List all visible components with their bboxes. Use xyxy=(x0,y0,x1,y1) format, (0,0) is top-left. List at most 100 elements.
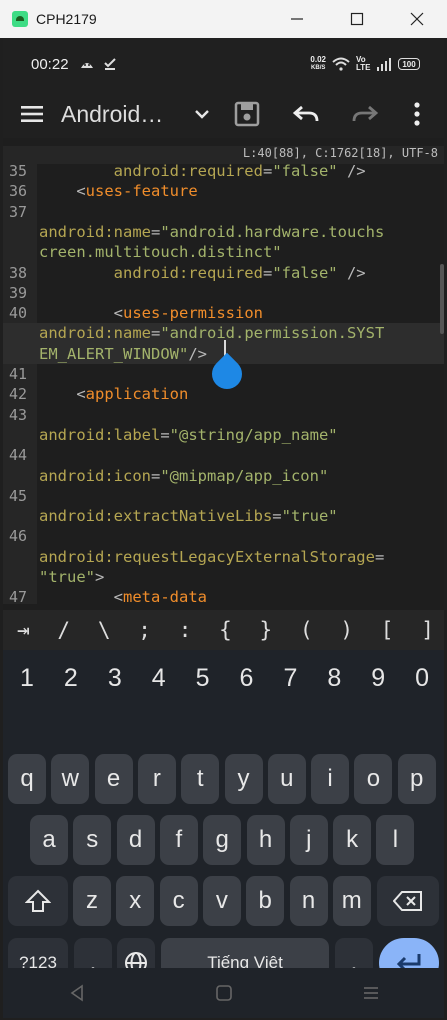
letter-key[interactable]: g xyxy=(203,815,242,865)
code-text: android:name="android.permission.SYST xyxy=(39,323,384,343)
letter-key[interactable]: j xyxy=(289,815,328,865)
number-key[interactable]: 7 xyxy=(268,664,312,704)
line-number: 42 xyxy=(9,385,28,404)
code-line: 43 xyxy=(3,405,444,425)
code-line: 46 xyxy=(3,526,444,546)
number-key[interactable]: 9 xyxy=(356,664,400,704)
symbol-key[interactable]: ] xyxy=(421,618,434,642)
symbol-key[interactable]: ; xyxy=(138,618,151,642)
home-icon[interactable] xyxy=(215,984,233,1002)
code-line: 45 xyxy=(3,486,444,506)
code-line: "true"> xyxy=(3,567,444,587)
letter-key[interactable]: b xyxy=(246,876,285,926)
file-title[interactable]: Android… xyxy=(61,101,169,128)
symbol-key[interactable]: ( xyxy=(300,618,313,642)
number-row: 1234567890 xyxy=(3,664,444,704)
code-token: = xyxy=(150,324,161,343)
number-key[interactable]: 4 xyxy=(137,664,181,704)
shift-key[interactable] xyxy=(8,876,68,926)
letter-key[interactable]: l xyxy=(376,815,415,865)
code-token: android:label xyxy=(39,425,161,444)
code-token: "true" xyxy=(39,568,95,586)
number-key[interactable]: 6 xyxy=(225,664,269,704)
signal-icon xyxy=(377,58,391,71)
letter-key[interactable]: q xyxy=(8,754,46,804)
letter-key[interactable]: f xyxy=(159,815,198,865)
save-icon[interactable] xyxy=(233,100,261,128)
letter-key[interactable]: z xyxy=(73,876,111,926)
status-time: 00:22 xyxy=(31,55,69,73)
letter-key[interactable]: r xyxy=(137,754,176,804)
code-token: EM_ALERT_WINDOW" xyxy=(39,344,189,363)
letter-key[interactable]: p xyxy=(397,754,436,804)
letter-key[interactable]: h xyxy=(246,815,285,865)
symbol-key[interactable]: \ xyxy=(98,618,111,642)
letter-key[interactable]: n xyxy=(289,876,328,926)
code-token: "false" xyxy=(272,164,338,180)
more-vertical-icon[interactable] xyxy=(403,100,431,128)
number-key[interactable]: 1 xyxy=(5,664,49,704)
code-text: android:required="false" /> xyxy=(39,263,366,283)
symbol-key[interactable]: } xyxy=(260,618,273,642)
code-line: 35 android:required="false" /> xyxy=(3,164,444,181)
number-key[interactable]: 0 xyxy=(400,664,444,704)
letter-key[interactable]: m xyxy=(332,876,371,926)
code-token: = xyxy=(374,547,385,566)
undo-icon[interactable] xyxy=(292,100,320,128)
net-speed-unit: KB/S xyxy=(311,65,326,71)
back-icon[interactable] xyxy=(68,984,86,1002)
code-line: 38 android:required="false" /> xyxy=(3,263,444,283)
code-line: 39 xyxy=(3,283,444,303)
letter-key[interactable]: o xyxy=(354,754,393,804)
code-line: 36 <uses-feature xyxy=(3,181,444,201)
line-number: 41 xyxy=(9,365,28,383)
letter-key[interactable]: x xyxy=(116,876,155,926)
code-editor[interactable]: 35 android:required="false" /> 36 <uses-f… xyxy=(3,164,444,604)
symbol-key[interactable]: : xyxy=(179,618,192,642)
letter-key[interactable]: e xyxy=(94,754,133,804)
number-key[interactable]: 2 xyxy=(49,664,93,704)
letter-key[interactable]: s xyxy=(73,815,112,865)
letter-key[interactable]: u xyxy=(267,754,306,804)
chevron-down-icon[interactable] xyxy=(193,105,211,123)
number-key[interactable]: 5 xyxy=(181,664,225,704)
letter-key[interactable]: k xyxy=(333,815,372,865)
letter-key[interactable]: y xyxy=(224,754,263,804)
symbol-key[interactable]: [ xyxy=(381,618,394,642)
line-number: 38 xyxy=(9,263,28,282)
code-text: <application xyxy=(39,384,188,404)
close-button[interactable] xyxy=(387,0,447,38)
code-token: android:required xyxy=(113,263,263,282)
symbol-key[interactable]: ⇥ xyxy=(17,618,30,642)
backspace-key[interactable] xyxy=(377,876,439,926)
hamburger-menu-icon[interactable] xyxy=(20,102,44,126)
letter-key[interactable]: d xyxy=(116,815,155,865)
minimize-button[interactable] xyxy=(267,0,327,38)
code-token: = xyxy=(272,507,282,526)
letter-key[interactable]: v xyxy=(202,876,241,926)
symbol-key[interactable]: ) xyxy=(340,618,353,642)
letter-key[interactable]: i xyxy=(311,754,350,804)
letter-key[interactable]: a xyxy=(30,815,68,865)
letter-key[interactable]: c xyxy=(159,876,198,926)
number-key[interactable]: 8 xyxy=(312,664,356,704)
letter-key[interactable]: w xyxy=(51,754,90,804)
redo-icon[interactable] xyxy=(351,100,379,128)
symbol-key[interactable]: { xyxy=(219,618,232,642)
code-text: android:requestLegacyExternalStorage= xyxy=(39,547,384,567)
maximize-button[interactable] xyxy=(327,0,387,38)
status-bar: 00:22 0.02 KB/S Vo LTE 100 xyxy=(3,38,444,90)
code-token: application xyxy=(85,385,189,404)
navigation-bar xyxy=(3,968,444,1018)
code-token: /> xyxy=(337,263,366,282)
editor-scrollbar[interactable] xyxy=(440,264,444,334)
recents-icon[interactable] xyxy=(362,984,380,1002)
code-line: android:name="android.hardware.touchs xyxy=(3,222,444,242)
android-debug-icon xyxy=(80,63,93,68)
number-key[interactable]: 3 xyxy=(93,664,137,704)
letter-key[interactable]: t xyxy=(181,754,220,804)
code-token: < xyxy=(39,385,86,404)
code-line: android:icon="@mipmap/app_icon" xyxy=(3,466,444,486)
line-number: 37 xyxy=(9,202,28,221)
symbol-key[interactable]: / xyxy=(57,618,70,642)
